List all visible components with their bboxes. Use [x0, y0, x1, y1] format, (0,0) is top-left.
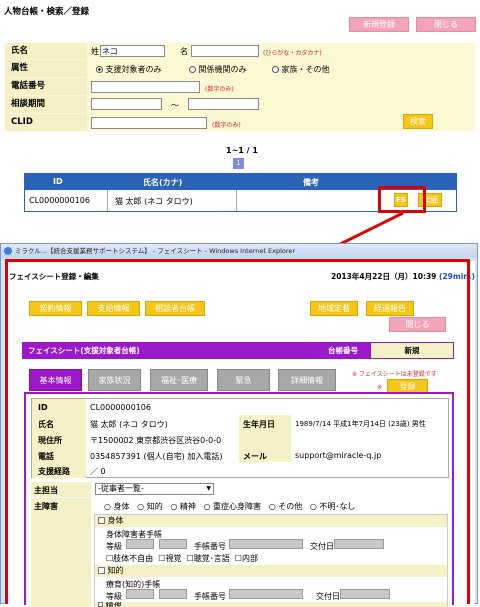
- ie-icon: [4, 247, 12, 255]
- window-titlebar: ミラクル...【統合支援業務サポートシステム】 - フェイスシート - Wind…: [1, 244, 477, 258]
- window-title-text: ミラクル...【統合支援業務サポートシステム】 - フェイスシート - Wind…: [15, 247, 296, 255]
- highlight-frame-popup: [5, 259, 470, 604]
